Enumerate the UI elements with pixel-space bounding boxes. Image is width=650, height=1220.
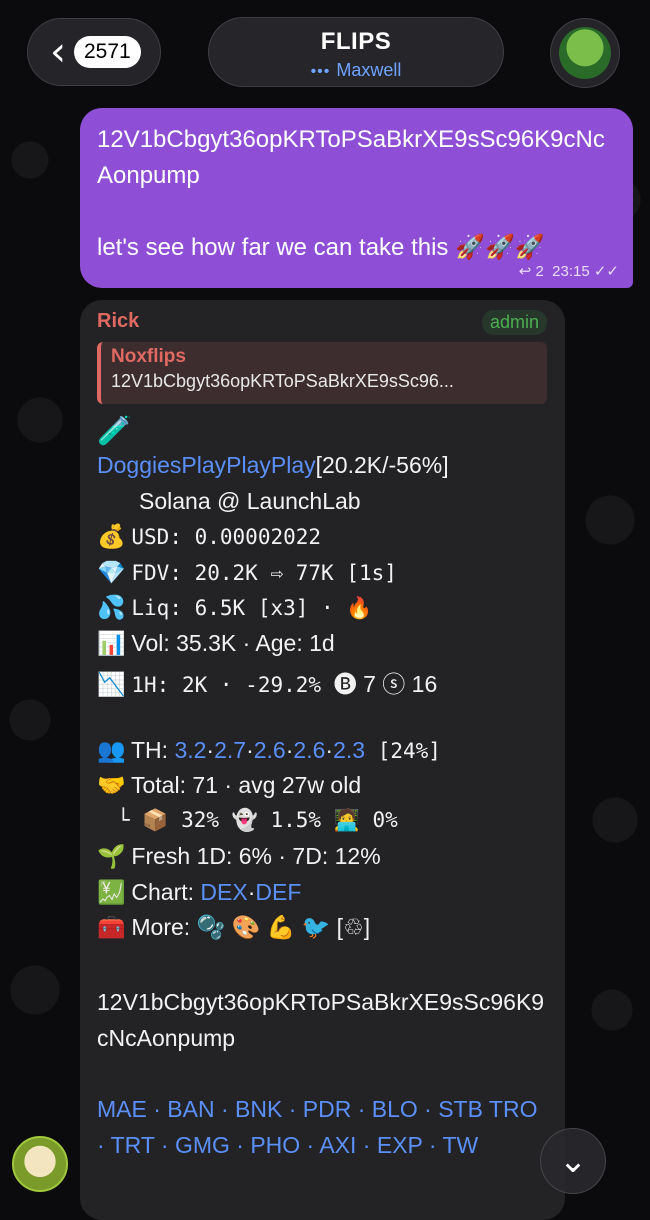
th-link-5[interactable]: 2.3 (333, 737, 365, 763)
reply-snippet: 12V1bCbgyt36opKRToPSaBkrXE9sSc96... (111, 371, 454, 391)
chat-status: ••• Maxwell (209, 60, 503, 81)
toolbox-icon: 🧰 (97, 914, 126, 940)
reply-quote[interactable]: Noxflips 12V1bCbgyt36opKRToPSaBkrXE9sSc9… (97, 342, 547, 404)
top-holders-line: 👥 TH: 3.2·2.7·2.6·2.6·2.3 [24%] (97, 737, 441, 763)
pepe-avatar-image (559, 27, 611, 79)
token-address[interactable]: 12V1bCbgyt36opKRToPSaBkrXE9sSc96K9cNcAon… (97, 984, 547, 1056)
test-tube-icon: 🧪 (97, 415, 132, 446)
chevron-left-icon: ‹ (50, 29, 66, 75)
vol-line: 📊 Vol: 35.3K · Age: 1d (97, 630, 335, 656)
admin-badge: admin (481, 310, 547, 335)
sender-avatar[interactable] (12, 1136, 68, 1192)
hour-line: 📉 1H: 2K · -29.2% 🅑 7 ⓢ 16 (97, 671, 438, 697)
outgoing-message-text: 12V1bCbgyt36opKRToPSaBkrXE9sSc96K9cNcAon… (97, 126, 605, 261)
message-meta: ↩ 2 23:15 ✓✓ (519, 262, 619, 280)
reply-author: Noxflips (111, 346, 186, 367)
more-line: 🧰 More: 🫧 🎨 💪 🐦 [♲] (97, 914, 371, 940)
chart-line: 💹 Chart: DEX·DEF (97, 879, 302, 905)
sender-name[interactable]: Rick (97, 310, 139, 333)
gem-icon: 💎 (97, 559, 126, 585)
chain-line: Solana @ LaunchLab (139, 488, 361, 514)
chevron-down-icon: ⌄ (558, 1142, 588, 1180)
chat-header: ‹ 2571 FLIPS ••• Maxwell (0, 0, 650, 100)
th-link-2[interactable]: 2.7 (214, 737, 246, 763)
token-line: DoggiesPlayPlayPlay[20.2K/-56%] (97, 452, 449, 479)
people-icon: 👥 (97, 737, 126, 763)
money-bag-icon: 💰 (97, 523, 126, 549)
typing-user: Maxwell (336, 60, 402, 80)
liq-line: 💦 Liq: 6.5K [x3] · 🔥 (97, 594, 373, 620)
fresh-line: 🌱 Fresh 1D: 6% · 7D: 12% (97, 843, 381, 869)
holders-line: └ 📦 32% 👻 1.5% 🧑‍💻 0% (117, 808, 398, 832)
group-avatar[interactable] (550, 18, 620, 88)
back-button[interactable]: ‹ 2571 (27, 18, 161, 86)
total-line: 🤝 Total: 71 · avg 27w old (97, 772, 362, 798)
seedling-icon: 🌱 (97, 843, 126, 869)
def-link[interactable]: DEF (255, 879, 301, 905)
unread-count-badge: 2571 (74, 36, 141, 68)
chat-title-pill[interactable]: FLIPS ••• Maxwell (208, 17, 504, 87)
tag-links[interactable]: MAE · BAN · BNK · PDR · BLO · STB TRO · … (97, 1091, 547, 1163)
token-stats: [20.2K/-56%] (315, 452, 449, 478)
chart-up-icon: 💹 (97, 879, 126, 905)
reply-count: 2 (535, 263, 544, 280)
fdv-line: 💎 FDV: 20.2K ⇨ 77K [1s] (97, 559, 397, 585)
message-time: 23:15 (552, 263, 590, 280)
typing-dots-icon: ••• (310, 63, 331, 80)
chat-title: FLIPS (320, 28, 392, 55)
scroll-down-button[interactable]: ⌄ (540, 1128, 606, 1194)
bar-chart-icon: 📊 (97, 630, 126, 656)
token-name-link[interactable]: DoggiesPlayPlayPlay (97, 452, 316, 478)
chart-down-icon: 📉 (97, 671, 126, 697)
droplets-icon: 💦 (97, 594, 126, 620)
outgoing-message[interactable]: 12V1bCbgyt36opKRToPSaBkrXE9sSc96K9cNcAon… (80, 108, 633, 288)
th-link-4[interactable]: 2.6 (293, 737, 325, 763)
reply-arrow-icon: ↩ (518, 263, 532, 280)
double-check-icon: ✓✓ (593, 263, 619, 280)
th-link-1[interactable]: 3.2 (174, 737, 206, 763)
handshake-icon: 🤝 (97, 772, 126, 798)
usd-line: 💰 USD: 0.00002022 (97, 523, 322, 549)
th-link-3[interactable]: 2.6 (254, 737, 286, 763)
dex-link[interactable]: DEX (200, 879, 247, 905)
